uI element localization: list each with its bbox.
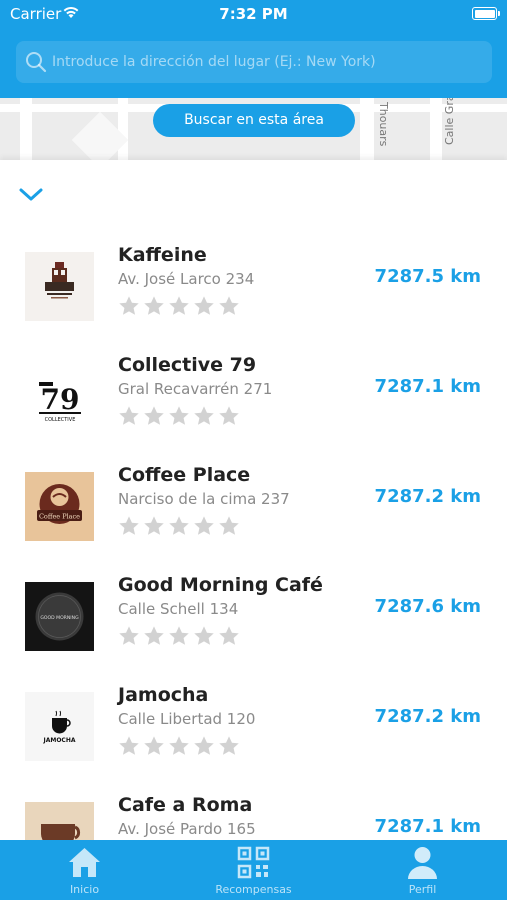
star-icon [119, 406, 139, 425]
star-icon [219, 296, 239, 315]
tab-label: Perfil [408, 883, 437, 896]
star-icon [219, 516, 239, 535]
star-icon [119, 516, 139, 535]
good-morning-logo: GOOD MORNING [25, 582, 94, 651]
logo-text: 79 [41, 383, 80, 416]
qr-code-icon [236, 845, 271, 880]
place-address: Narciso de la cima 237 [118, 490, 290, 508]
place-name: Kaffeine [118, 244, 207, 266]
search-icon [25, 51, 47, 73]
rating-stars [118, 405, 243, 427]
place-name: Good Morning Café [118, 574, 323, 596]
rating-stars [118, 515, 243, 537]
place-distance: 7287.2 km [374, 706, 481, 727]
home-icon [67, 845, 102, 880]
star-icon [119, 736, 139, 755]
status-bar: Carrier 7:32 PM [0, 0, 507, 30]
star-icon [194, 626, 214, 645]
rating-stars [118, 295, 243, 317]
place-distance: 7287.1 km [374, 376, 481, 397]
place-distance: 7287.6 km [374, 596, 481, 617]
jamocha-logo: JAMOCHA [25, 692, 94, 761]
star-icon [144, 296, 164, 315]
search-this-area-button[interactable]: Buscar en esta área [153, 104, 355, 137]
star-icon [144, 736, 164, 755]
place-name: Jamocha [118, 684, 209, 706]
place-address: Av. José Pardo 165 [118, 820, 256, 838]
street-label: Calle Gra [443, 98, 456, 145]
star-icon [194, 296, 214, 315]
places-list: Kaffeine Av. José Larco 234 7287.5 km 79… [0, 235, 507, 840]
chevron-down-icon[interactable] [18, 186, 44, 204]
places-sheet: Kaffeine Av. José Larco 234 7287.5 km 79… [0, 160, 507, 840]
tab-bar: Inicio Recompensas Perfil [0, 840, 507, 900]
search-box[interactable] [16, 41, 492, 83]
profile-icon [405, 845, 440, 880]
list-item[interactable]: GOOD MORNING Good Morning Café Calle Sch… [0, 565, 507, 675]
tab-label: Inicio [69, 883, 100, 896]
star-icon [119, 626, 139, 645]
header: Carrier 7:32 PM [0, 0, 507, 98]
search-input[interactable] [52, 41, 482, 83]
place-name: Cafe a Roma [118, 794, 253, 816]
list-item[interactable]: Cafe a Roma Av. José Pardo 165 7287.1 km [0, 785, 507, 840]
list-item[interactable]: Coffee Place Coffee Place Narciso de la … [0, 455, 507, 565]
rating-stars [118, 735, 243, 757]
star-icon [194, 406, 214, 425]
star-icon [194, 516, 214, 535]
place-address: Calle Libertad 120 [118, 710, 256, 728]
logo-text: GOOD MORNING [40, 615, 79, 621]
place-name: Collective 79 [118, 354, 257, 376]
tab-label: Recompensas [215, 883, 292, 896]
place-distance: 7287.5 km [374, 266, 481, 287]
tab-recompensas[interactable]: Recompensas [169, 840, 338, 900]
kaffeine-logo [25, 252, 94, 321]
star-icon [169, 626, 189, 645]
star-icon [169, 516, 189, 535]
place-address: Av. José Larco 234 [118, 270, 255, 288]
logo-caption: COLLECTIVE [45, 417, 76, 423]
place-distance: 7287.1 km [374, 816, 481, 837]
tab-inicio[interactable]: Inicio [0, 840, 169, 900]
star-icon [169, 406, 189, 425]
star-icon [144, 626, 164, 645]
star-icon [144, 516, 164, 535]
star-icon [144, 406, 164, 425]
coffee-place-logo: Coffee Place [25, 472, 94, 541]
list-item[interactable]: 79 COLLECTIVE Collective 79 Gral Recavar… [0, 345, 507, 455]
battery-icon [472, 7, 500, 20]
star-icon [169, 296, 189, 315]
list-item[interactable]: Kaffeine Av. José Larco 234 7287.5 km [0, 235, 507, 345]
star-icon [119, 296, 139, 315]
collective-79-logo: 79 COLLECTIVE [25, 362, 94, 431]
rating-stars [118, 625, 243, 647]
status-time: 7:32 PM [219, 5, 288, 23]
cafe-a-roma-logo [25, 802, 94, 840]
street-label: Thouars [377, 102, 390, 147]
place-address: Gral Recavarrén 271 [118, 380, 273, 398]
star-icon [219, 736, 239, 755]
place-name: Coffee Place [118, 464, 251, 486]
place-address: Calle Schell 134 [118, 600, 239, 618]
star-icon [169, 736, 189, 755]
logo-text: Coffee Place [39, 513, 80, 521]
logo-text: JAMOCHA [42, 737, 75, 744]
list-item[interactable]: JAMOCHA Jamocha Calle Libertad 120 7287.… [0, 675, 507, 785]
tab-perfil[interactable]: Perfil [338, 840, 507, 900]
star-icon [194, 736, 214, 755]
star-icon [219, 626, 239, 645]
star-icon [219, 406, 239, 425]
place-distance: 7287.2 km [374, 486, 481, 507]
